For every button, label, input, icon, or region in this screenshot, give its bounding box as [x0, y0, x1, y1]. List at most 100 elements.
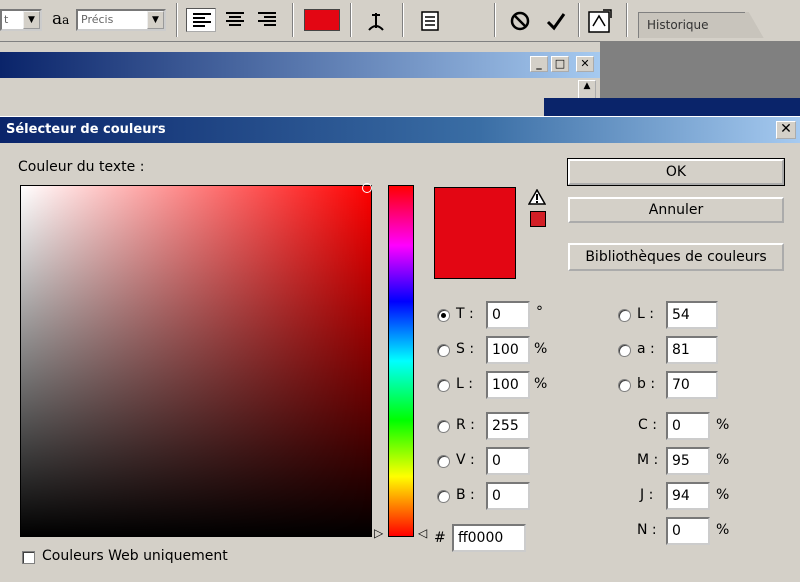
- close-icon[interactable]: ✕: [776, 121, 796, 139]
- toolbar-separator: [626, 3, 628, 37]
- web-colors-label[interactable]: Couleurs Web uniquement: [42, 548, 228, 564]
- brightness-radio[interactable]: [437, 379, 450, 392]
- black-label: N :: [637, 522, 657, 538]
- antialias-select[interactable]: Précis ▼: [76, 9, 166, 31]
- palette-window-titlebar: [544, 98, 800, 118]
- magenta-input[interactable]: [666, 447, 710, 475]
- cancel-icon: [510, 11, 530, 31]
- font-style-value: t: [4, 13, 9, 26]
- brightness-label: L :: [456, 376, 473, 392]
- lab-l-input[interactable]: [666, 301, 718, 329]
- cyan-label: C :: [638, 417, 657, 433]
- close-button[interactable]: ✕: [576, 56, 594, 72]
- lab-b-input[interactable]: [666, 371, 718, 399]
- antialias-value: Précis: [81, 13, 114, 26]
- imageready-icon: [588, 9, 612, 33]
- out-of-gamut-warning-icon[interactable]: [528, 189, 546, 205]
- brightness-input[interactable]: [486, 371, 530, 399]
- cancel-button[interactable]: Annuler: [568, 197, 784, 223]
- black-unit: %: [716, 522, 730, 538]
- align-right-icon: [258, 12, 276, 26]
- red-label: R :: [456, 417, 475, 433]
- document-titlebar[interactable]: _ □ ✕: [0, 52, 600, 78]
- green-label: V :: [456, 452, 475, 468]
- magenta-label: M :: [637, 452, 659, 468]
- imageready-button[interactable]: [586, 7, 614, 35]
- green-input[interactable]: [486, 447, 530, 475]
- yellow-unit: %: [716, 487, 730, 503]
- saturation-unit: %: [534, 341, 548, 357]
- blue-radio[interactable]: [437, 490, 450, 503]
- magenta-unit: %: [716, 452, 730, 468]
- field-label: Couleur du texte :: [18, 159, 145, 175]
- palettes-button[interactable]: [416, 7, 444, 35]
- palettes-icon: [421, 11, 439, 31]
- hue-label: T :: [456, 306, 474, 322]
- warp-text-button[interactable]: [362, 7, 390, 35]
- ok-button[interactable]: OK: [567, 158, 785, 186]
- antialias-icon-letter: a: [52, 9, 63, 29]
- toolbar-separator: [402, 3, 404, 37]
- yellow-label: J :: [640, 487, 654, 503]
- toolbar-separator: [350, 3, 352, 37]
- red-radio[interactable]: [437, 420, 450, 433]
- color-field[interactable]: [20, 185, 372, 537]
- hex-label: #: [434, 530, 446, 546]
- brightness-unit: %: [534, 376, 548, 392]
- align-left-button[interactable]: [186, 8, 216, 32]
- dialog-titlebar[interactable]: Sélecteur de couleurs ✕: [0, 117, 800, 143]
- web-colors-checkbox[interactable]: [22, 551, 35, 564]
- checkmark-icon: [546, 13, 566, 31]
- antialias-icon: aa: [52, 9, 69, 29]
- scroll-up-button[interactable]: ▲: [578, 80, 596, 100]
- lab-a-radio[interactable]: [618, 344, 631, 357]
- text-color-swatch[interactable]: [304, 9, 340, 31]
- lab-a-input[interactable]: [666, 336, 718, 364]
- red-input[interactable]: [486, 412, 530, 440]
- slider-arrow-left-icon: ▷: [374, 526, 384, 540]
- color-picker-dialog: Sélecteur de couleurs ✕ Couleur du texte…: [0, 116, 800, 582]
- saturation-input[interactable]: [486, 336, 530, 364]
- slider-arrow-right-icon[interactable]: ◁: [418, 527, 427, 539]
- yellow-input[interactable]: [666, 482, 710, 510]
- cyan-unit: %: [716, 417, 730, 433]
- toolbar-separator: [578, 3, 580, 37]
- align-left-icon: [193, 13, 211, 27]
- warp-text-icon: [368, 13, 384, 31]
- color-libraries-button[interactable]: Bibliothèques de couleurs: [568, 243, 784, 271]
- green-radio[interactable]: [437, 455, 450, 468]
- align-right-button[interactable]: [252, 8, 282, 32]
- maximize-button[interactable]: □: [551, 56, 569, 72]
- hue-radio[interactable]: [437, 309, 450, 322]
- hue-slider[interactable]: [388, 185, 414, 537]
- cyan-input[interactable]: [666, 412, 710, 440]
- cancel-edits-button[interactable]: [506, 7, 534, 35]
- new-color-preview: [434, 187, 516, 279]
- blue-label: B :: [456, 487, 475, 503]
- chevron-down-icon[interactable]: ▼: [23, 11, 40, 29]
- toolbar-separator: [176, 3, 178, 37]
- toolbar-separator: [292, 3, 294, 37]
- options-bar: t ▼ aa Précis ▼ Historique: [0, 0, 800, 42]
- color-field-cursor[interactable]: [362, 183, 372, 193]
- black-input[interactable]: [666, 517, 710, 545]
- chevron-down-icon[interactable]: ▼: [147, 11, 164, 29]
- commit-edits-button[interactable]: [542, 7, 570, 35]
- saturation-label: S :: [456, 341, 475, 357]
- history-palette-tab[interactable]: Historique: [638, 12, 767, 38]
- minimize-button[interactable]: _: [530, 56, 548, 72]
- hue-input[interactable]: [486, 301, 530, 329]
- hue-unit: °: [536, 304, 543, 320]
- saturation-radio[interactable]: [437, 344, 450, 357]
- blue-input[interactable]: [486, 482, 530, 510]
- hex-input[interactable]: [452, 524, 526, 552]
- toolbar-separator: [494, 3, 496, 37]
- gamut-color-swatch[interactable]: [530, 211, 546, 227]
- lab-a-label: a :: [637, 341, 655, 357]
- antialias-icon-letter-small: a: [62, 13, 70, 27]
- lab-l-radio[interactable]: [618, 309, 631, 322]
- align-center-button[interactable]: [220, 8, 250, 32]
- lab-b-label: b :: [637, 376, 656, 392]
- font-style-select[interactable]: t ▼: [0, 9, 42, 31]
- lab-b-radio[interactable]: [618, 379, 631, 392]
